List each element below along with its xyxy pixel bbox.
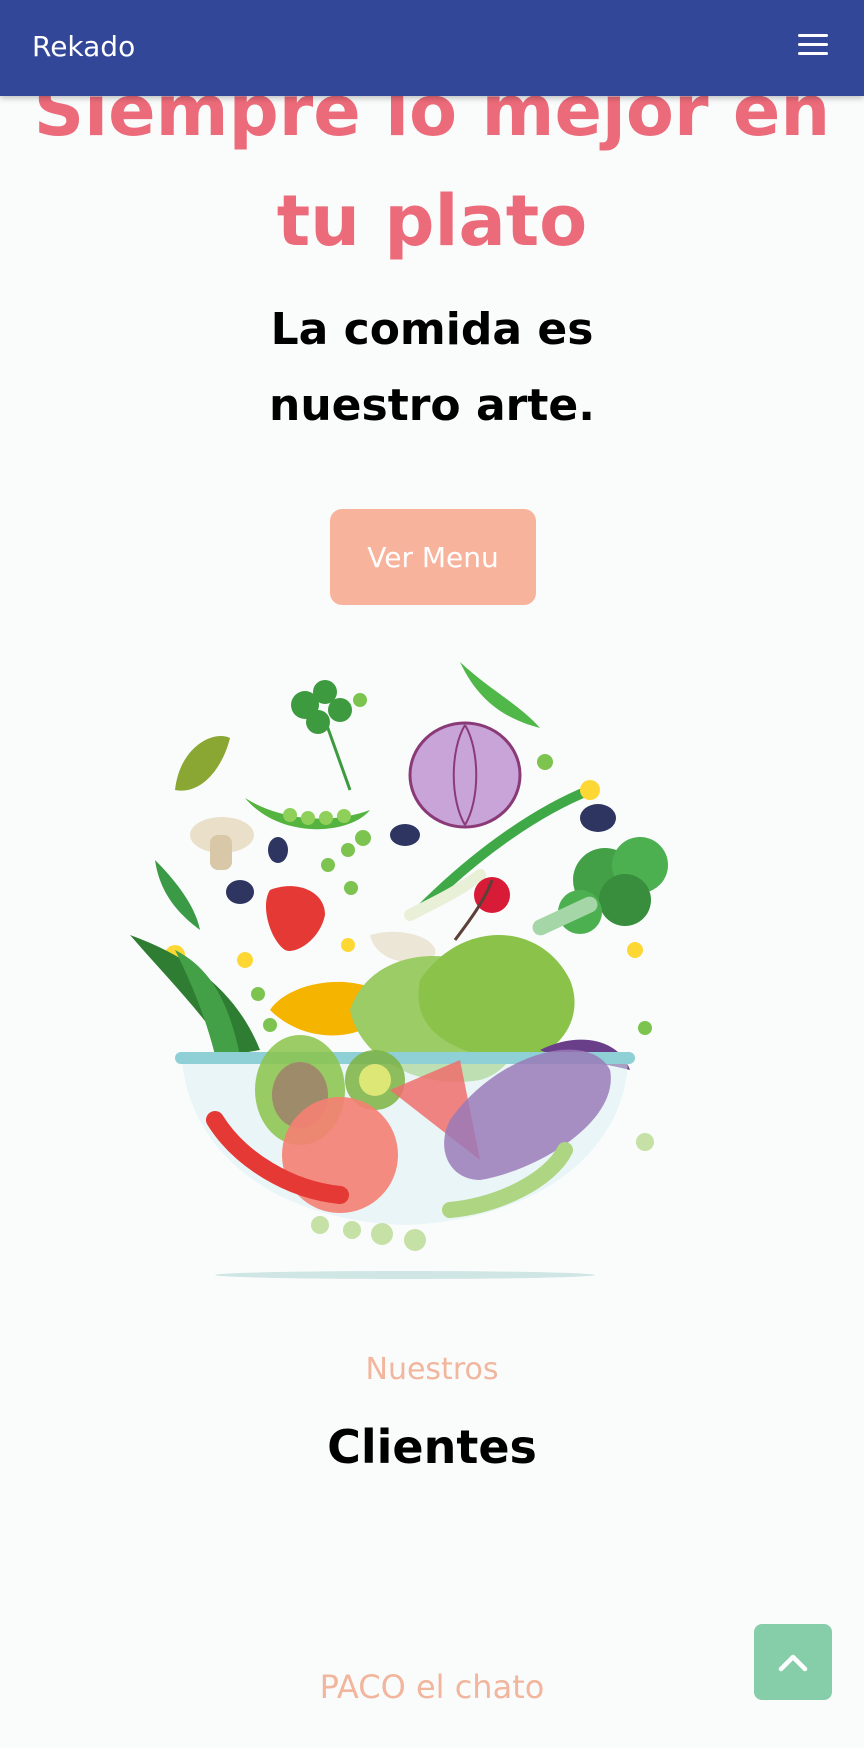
clients-section-title: Clientes <box>327 1420 537 1474</box>
hero-subtitle-line2: nuestro arte. <box>269 380 595 431</box>
back-to-top-button[interactable] <box>754 1624 832 1700</box>
salad-bowl-illustration <box>130 662 668 1279</box>
view-menu-button[interactable]: Ver Menu <box>330 509 536 605</box>
brand-logo-text[interactable]: Rekado <box>32 30 135 63</box>
hero-subtitle: La comida es nuestro arte. <box>0 292 864 444</box>
clients-section-kicker: Nuestros <box>365 1352 499 1387</box>
hamburger-menu-icon[interactable] <box>798 32 828 56</box>
hero-subtitle-line1: La comida es <box>270 304 594 355</box>
hero-title-line2: tu plato <box>276 180 588 262</box>
navbar: Rekado <box>0 0 864 96</box>
client-name: PACO el chato <box>319 1668 545 1706</box>
chevron-up-icon <box>778 1654 808 1672</box>
